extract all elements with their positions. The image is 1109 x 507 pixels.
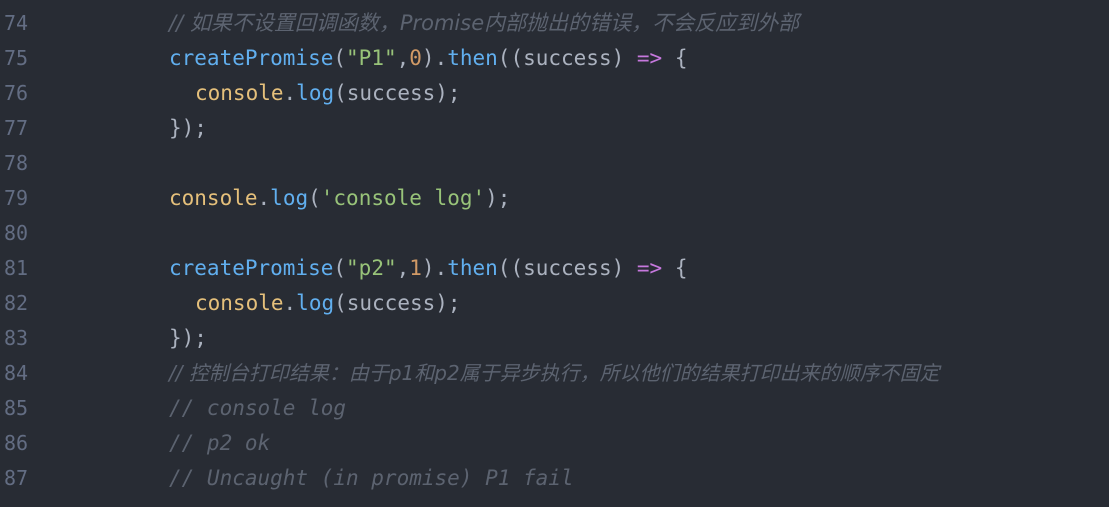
punctuation: .: [283, 81, 297, 105]
code-line: 78: [0, 146, 1109, 181]
code-line: 87 // Uncaught (in promise) P1 fail: [0, 461, 1109, 496]
punctuation: (success);: [334, 81, 461, 105]
number-literal: 1: [409, 256, 422, 280]
parameter: success: [523, 46, 612, 70]
code-content: });: [169, 116, 207, 140]
comment: // p2 ok: [169, 431, 271, 455]
punctuation: {: [662, 256, 688, 280]
code-content: console.log('console log');: [169, 181, 510, 216]
line-number: 87: [4, 466, 29, 490]
punctuation: (success);: [334, 291, 461, 315]
code-line: 83 });: [0, 321, 1109, 356]
object-name: console: [195, 291, 284, 315]
code-line: 76 console.log(success);: [0, 76, 1109, 111]
line-number: 81: [4, 256, 29, 280]
function-name: createPromise: [169, 256, 334, 280]
line-number: 82: [4, 291, 29, 315]
comment: // 控制台打印结果：由于p1和p2属于异步执行，所以他们的结果打印出来的顺序不…: [169, 361, 940, 385]
punctuation: ,: [396, 46, 410, 70]
code-line: 82 console.log(success);: [0, 286, 1109, 321]
code-content: createPromise("P1",0).then((success) => …: [169, 41, 688, 76]
punctuation: );: [485, 186, 511, 210]
code-content: });: [169, 326, 207, 350]
punctuation: ).: [421, 46, 448, 70]
punctuation: .: [257, 186, 271, 210]
code-editor[interactable]: 74 // 如果不设置回调函数，Promise内部抛出的错误，不会反应到外部 7…: [0, 0, 1109, 507]
comment: // console log: [169, 396, 347, 420]
code-content: createPromise("p2",1).then((success) => …: [169, 251, 688, 286]
punctuation: ).: [421, 256, 448, 280]
line-number: 79: [4, 186, 29, 210]
code-content: console.log(success);: [195, 286, 461, 321]
code-line: 86 // p2 ok: [0, 426, 1109, 461]
comment: // Uncaught (in promise) P1 fail: [169, 466, 574, 490]
method-name: log: [296, 81, 335, 105]
punctuation: ((: [497, 46, 524, 70]
arrow-operator: =>: [636, 256, 663, 280]
punctuation: (: [333, 256, 347, 280]
line-number: 85: [4, 396, 29, 420]
line-number: 86: [4, 431, 29, 455]
string-literal: "p2": [346, 256, 397, 280]
punctuation: ,: [396, 256, 410, 280]
string-literal: "P1": [346, 46, 397, 70]
code-line: 81 createPromise("p2",1).then((success) …: [0, 251, 1109, 286]
line-number: 78: [4, 151, 29, 175]
code-line: 85 // console log: [0, 391, 1109, 426]
number-literal: 0: [409, 46, 422, 70]
method-name: then: [447, 256, 498, 280]
code-line: 77 });: [0, 111, 1109, 146]
object-name: console: [169, 186, 258, 210]
code-line: 75 createPromise("P1",0).then((success) …: [0, 41, 1109, 76]
line-number: 75: [4, 46, 29, 70]
code-content: console.log(success);: [195, 76, 461, 111]
code-line: 74 // 如果不设置回调函数，Promise内部抛出的错误，不会反应到外部: [0, 6, 1109, 41]
punctuation: {: [662, 46, 688, 70]
punctuation: ((: [497, 256, 524, 280]
code-line: 80: [0, 216, 1109, 251]
method-name: log: [270, 186, 309, 210]
parameter: success: [523, 256, 612, 280]
line-number: 84: [4, 361, 29, 385]
punctuation: (: [333, 46, 347, 70]
line-number: 76: [4, 81, 29, 105]
method-name: then: [447, 46, 498, 70]
line-number: 74: [4, 11, 29, 35]
code-line: 79 console.log('console log');: [0, 181, 1109, 216]
punctuation: .: [283, 291, 297, 315]
code-line: 84 // 控制台打印结果：由于p1和p2属于异步执行，所以他们的结果打印出来的…: [0, 356, 1109, 391]
line-number: 83: [4, 326, 29, 350]
punctuation: (: [308, 186, 321, 210]
punctuation: ): [611, 256, 637, 280]
punctuation: ): [611, 46, 637, 70]
function-name: createPromise: [169, 46, 334, 70]
line-number: 77: [4, 116, 29, 140]
method-name: log: [296, 291, 335, 315]
object-name: console: [195, 81, 284, 105]
comment: // 如果不设置回调函数，Promise内部抛出的错误，不会反应到外部: [169, 11, 800, 35]
line-number: 80: [4, 221, 29, 245]
string-literal: 'console log': [320, 186, 486, 210]
arrow-operator: =>: [636, 46, 663, 70]
